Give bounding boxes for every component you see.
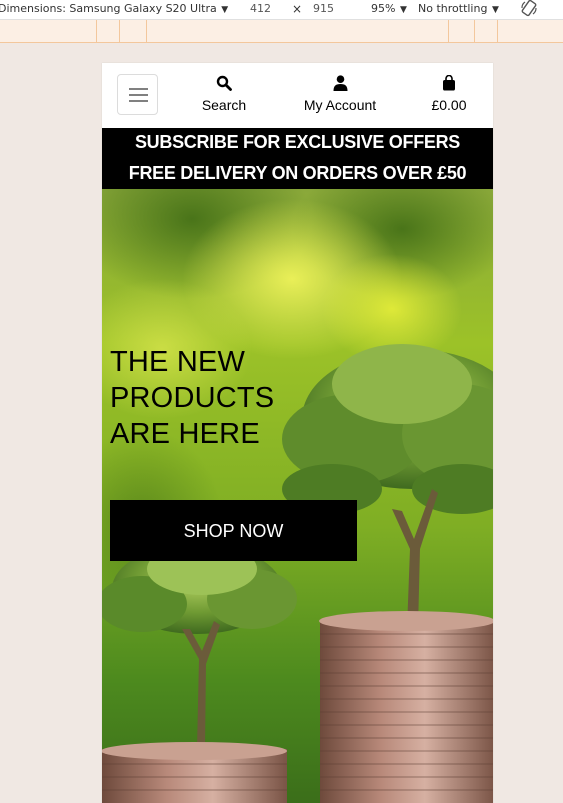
coin-stack-left [102, 742, 287, 803]
bag-total: £0.00 [431, 97, 467, 113]
dropdown-caret-icon: ▼ [221, 5, 229, 15]
site-header: Search My Account £0.00 [102, 63, 493, 128]
hamburger-icon [129, 100, 148, 102]
device-viewport: Search My Account £0.00 SUBSCRIBE FOR EX… [102, 63, 493, 803]
device-selector[interactable]: Dimensions: Samsung Galaxy S20 Ultra ▼ [0, 2, 228, 17]
hero-title-line: THE NEW [110, 346, 246, 378]
dropdown-caret-icon: ▼ [399, 5, 407, 15]
device-width-input[interactable]: 412 [250, 2, 271, 16]
throttling-selector[interactable]: No throttling ▼ [418, 2, 499, 17]
dropdown-caret-icon: ▼ [491, 5, 499, 15]
promo-banner: SUBSCRIBE FOR EXCLUSIVE OFFERS FREE DELI… [102, 128, 493, 189]
free-delivery-banner-text: FREE DELIVERY ON ORDERS OVER £50 [128, 163, 467, 183]
ruler-tick[interactable] [448, 20, 449, 42]
device-height-input[interactable]: 915 [313, 2, 334, 16]
ruler-tick[interactable] [146, 20, 147, 42]
dimension-separator: × [292, 2, 303, 16]
hamburger-icon [129, 88, 148, 90]
ruler-tick[interactable] [497, 20, 498, 42]
hamburger-icon [129, 94, 148, 96]
ruler-tick[interactable] [474, 20, 475, 42]
search-icon [199, 75, 249, 93]
coin-stack-right [319, 611, 493, 803]
rotate-icon[interactable] [520, 0, 538, 19]
my-account-link[interactable]: My Account [295, 75, 385, 113]
shopping-bag-icon [422, 74, 476, 93]
menu-toggle-button[interactable] [117, 74, 158, 115]
hero-title-line: ARE HERE [110, 418, 260, 450]
shop-now-button[interactable]: SHOP NOW [110, 500, 357, 561]
search-label: Search [201, 97, 247, 113]
my-account-label: My Account [303, 97, 377, 113]
hero-title: THE NEW PRODUCTS ARE HERE [110, 344, 370, 452]
device-toolbar: Dimensions: Samsung Galaxy S20 Ultra ▼ 4… [0, 0, 563, 20]
subscribe-banner-text: SUBSCRIBE FOR EXCLUSIVE OFFERS [134, 132, 461, 152]
hero-image [102, 189, 493, 803]
search-link[interactable]: Search [199, 75, 249, 113]
media-query-ruler[interactable] [0, 20, 563, 43]
shopping-bag-link[interactable]: £0.00 [422, 74, 476, 113]
zoom-selector[interactable]: 95% ▼ [371, 2, 407, 17]
user-icon [295, 75, 385, 93]
ruler-tick[interactable] [119, 20, 120, 42]
hero-title-line: PRODUCTS [110, 382, 275, 414]
ruler-tick[interactable] [96, 20, 97, 42]
hero-section: THE NEW PRODUCTS ARE HERE SHOP NOW [102, 189, 493, 803]
